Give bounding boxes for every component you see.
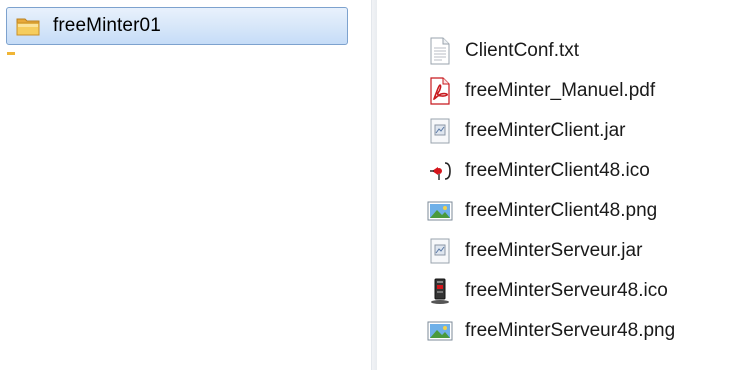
- file-name: freeMinterClient48.png: [465, 200, 658, 221]
- jar-file-icon: [426, 117, 454, 145]
- nav-tree-marker: [7, 52, 15, 55]
- file-name: freeMinterServeur48.ico: [465, 280, 668, 301]
- pdf-file-icon: [426, 77, 454, 105]
- file-name: freeMinterServeur.jar: [465, 240, 643, 261]
- folder-icon: [15, 15, 41, 37]
- file-item[interactable]: freeMinter_Manuel.pdf: [426, 71, 675, 111]
- file-name: freeMinterClient48.ico: [465, 160, 650, 181]
- file-item[interactable]: freeMinterServeur48.png: [426, 311, 675, 351]
- ico-file-icon: [426, 157, 454, 185]
- text-file-icon: [426, 37, 454, 65]
- nav-folder-label: freeMinter01: [53, 15, 161, 36]
- image-file-icon: [426, 317, 454, 345]
- file-item[interactable]: freeMinterClient48.ico: [426, 151, 675, 191]
- file-item[interactable]: freeMinterClient48.png: [426, 191, 675, 231]
- file-item[interactable]: ClientConf.txt: [426, 31, 675, 71]
- navigation-pane: freeMinter01: [0, 0, 371, 370]
- file-item[interactable]: freeMinterServeur.jar: [426, 231, 675, 271]
- file-name: ClientConf.txt: [465, 40, 580, 61]
- file-name: freeMinterClient.jar: [465, 120, 626, 141]
- image-file-icon: [426, 197, 454, 225]
- file-list-pane: ClientConf.txt freeMinter_Manuel.pdf fre…: [377, 0, 736, 370]
- file-name: freeMinter_Manuel.pdf: [465, 80, 656, 101]
- jar-file-icon: [426, 237, 454, 265]
- server-ico-file-icon: [426, 277, 454, 305]
- file-item[interactable]: freeMinterClient.jar: [426, 111, 675, 151]
- nav-folder-item[interactable]: freeMinter01: [6, 7, 348, 45]
- file-list: ClientConf.txt freeMinter_Manuel.pdf fre…: [426, 31, 675, 351]
- file-item[interactable]: freeMinterServeur48.ico: [426, 271, 675, 311]
- explorer-window: freeMinter01 ClientConf.txt freeMinter_M…: [0, 0, 736, 370]
- file-name: freeMinterServeur48.png: [465, 320, 676, 341]
